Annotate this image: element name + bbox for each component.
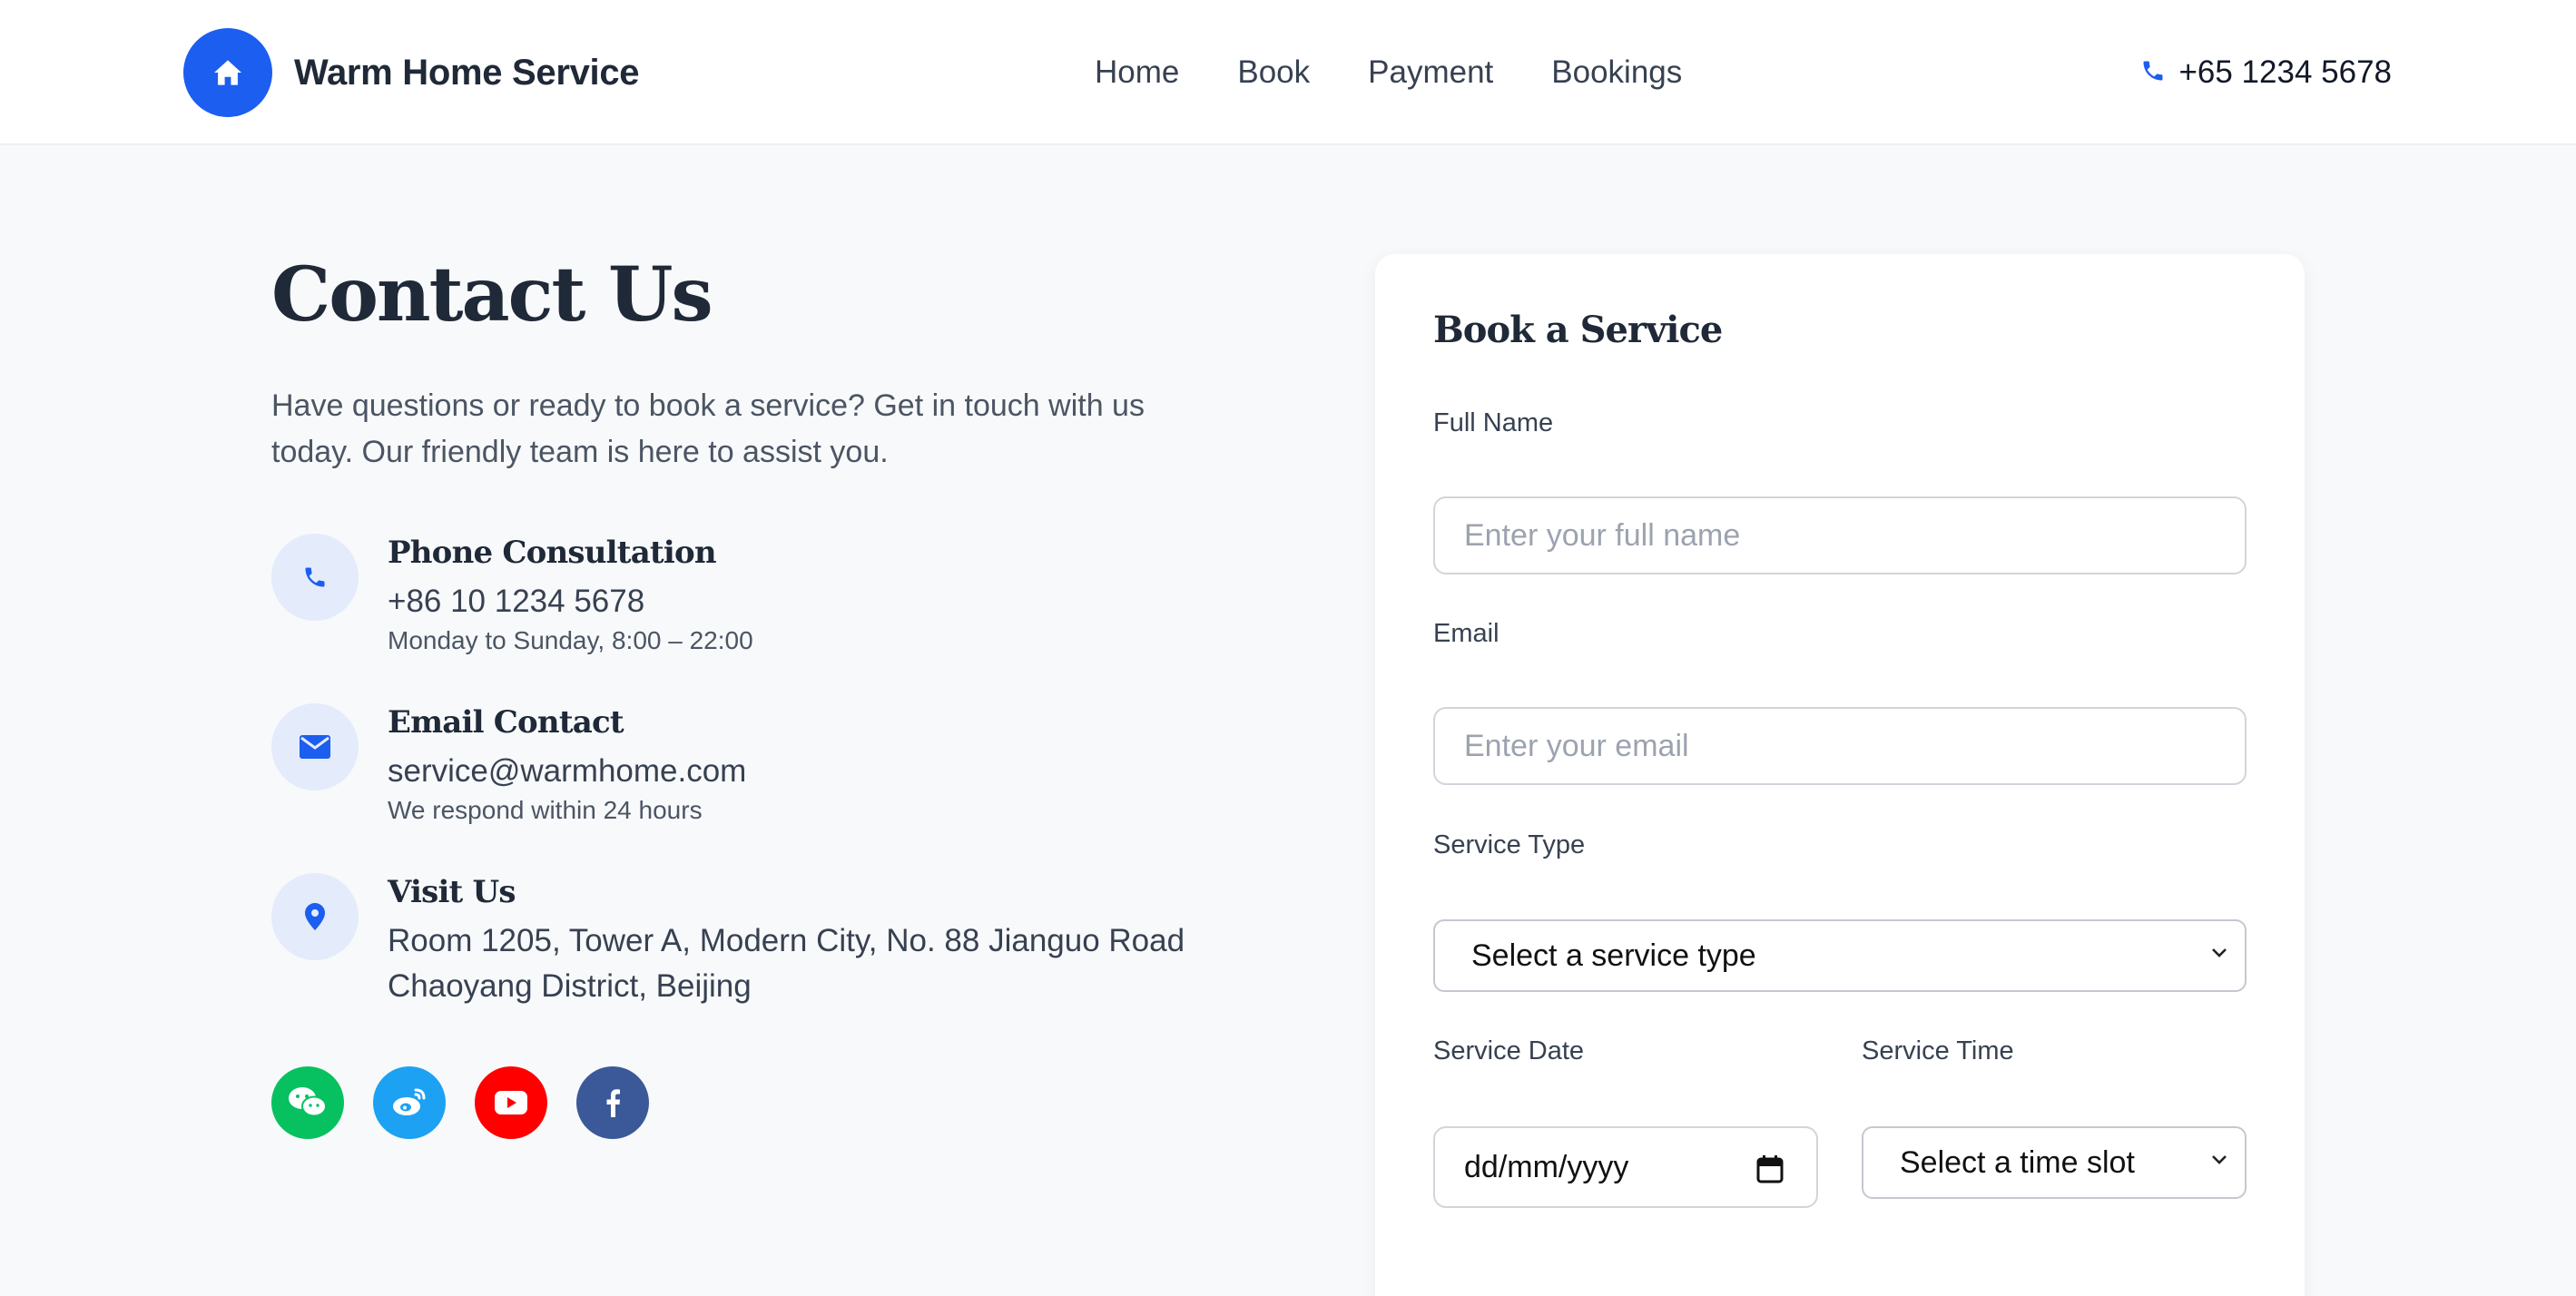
home-icon: [183, 28, 272, 117]
header-phone-number: +65 1234 5678: [2178, 54, 2392, 90]
nav-book[interactable]: Book: [1237, 45, 1310, 100]
weibo-icon[interactable]: [373, 1066, 446, 1139]
contact-email-address[interactable]: service@warmhome.com: [388, 749, 746, 794]
contact-intro: Have questions or ready to book a servic…: [271, 388, 1145, 469]
contact-item-title: Email Contact: [388, 704, 624, 741]
service-type-select[interactable]: Select a service type: [1433, 919, 2247, 992]
contact-item-title: Phone Consultation: [388, 535, 717, 571]
service-date-input[interactable]: dd/mm/yyyy: [1433, 1126, 1818, 1208]
map-pin-icon: [271, 873, 359, 960]
contact-item-phone: Phone Consultation +86 10 1234 5678 Mond…: [271, 534, 753, 657]
contact-item-email: Email Contact service@warmhome.com We re…: [271, 703, 746, 827]
nav-payment[interactable]: Payment: [1368, 45, 1493, 100]
email-input[interactable]: [1433, 707, 2247, 785]
service-time-label: Service Time: [1862, 1036, 2014, 1065]
contact-section: Contact Us Have questions or ready to bo…: [271, 245, 1234, 1139]
youtube-icon[interactable]: [475, 1066, 547, 1139]
brand-name: Warm Home Service: [294, 52, 640, 93]
full-name-input[interactable]: [1433, 496, 2247, 574]
nav-home[interactable]: Home: [1095, 45, 1179, 100]
header-phone[interactable]: +65 1234 5678: [2140, 45, 2392, 100]
contact-item-address: Visit Us Room 1205, Tower A, Modern City…: [271, 873, 1185, 1009]
contact-phone-number[interactable]: +86 10 1234 5678: [388, 579, 753, 624]
page-title: Contact Us: [271, 251, 713, 339]
envelope-icon: [271, 703, 359, 790]
site-header: Warm Home Service Home Book Payment Book…: [0, 0, 2576, 145]
calendar-icon[interactable]: [1756, 1154, 1784, 1188]
facebook-icon[interactable]: [576, 1066, 649, 1139]
contact-address-line2: Chaoyang District, Beijing: [388, 968, 752, 1004]
contact-email-response: We respond within 24 hours: [388, 796, 703, 824]
service-date-label: Service Date: [1433, 1036, 1585, 1065]
booking-form-card: Book a Service Full Name Email Service T…: [1375, 254, 2305, 1296]
service-time-value: Select a time slot: [1900, 1144, 2135, 1180]
service-type-label: Service Type: [1433, 830, 1586, 859]
nav-bookings[interactable]: Bookings: [1551, 45, 1682, 100]
contact-address-line1: Room 1205, Tower A, Modern City, No. 88 …: [388, 923, 1185, 958]
wechat-icon[interactable]: [271, 1066, 344, 1139]
brand[interactable]: Warm Home Service: [183, 28, 640, 117]
service-time-select[interactable]: Select a time slot: [1862, 1126, 2247, 1199]
contact-item-title: Visit Us: [388, 874, 516, 910]
chevron-down-icon: [2210, 1154, 2228, 1171]
social-links: [271, 1066, 678, 1139]
phone-icon: [2140, 58, 2166, 88]
chevron-down-icon: [2210, 947, 2228, 964]
service-date-value: dd/mm/yyyy: [1464, 1149, 1629, 1184]
full-name-label: Full Name: [1433, 408, 1554, 437]
phone-icon: [271, 534, 359, 621]
contact-phone-hours: Monday to Sunday, 8:00 – 22:00: [388, 626, 753, 654]
main-nav: Home Book Payment Bookings: [1095, 45, 1682, 100]
form-title: Book a Service: [1433, 309, 1723, 351]
service-type-value: Select a service type: [1471, 938, 1756, 973]
email-label: Email: [1433, 619, 1499, 648]
